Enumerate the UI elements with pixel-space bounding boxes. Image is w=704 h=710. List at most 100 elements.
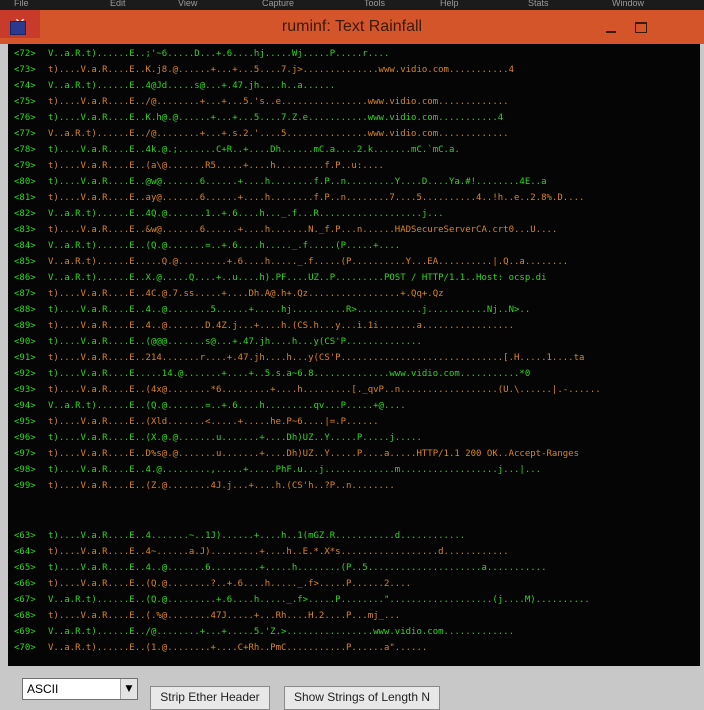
packet-index: <75> [14,97,36,107]
packet-row: <88> t)....V.a.R....E..4..@........5.....… [14,302,530,318]
menubar-fragment: File [14,0,29,8]
packet-row: <80> t)....V.a.R....E..@w@.......6......+… [14,174,547,190]
packet-text: t)....V.a.R....E..(X.@.@.......u.......+… [48,433,422,443]
packet-row: <78> t)....V.a.R....E..4k.@.;.......C+R..… [14,142,460,158]
packet-index: <94> [14,401,36,411]
packet-text: t)....V.a.R....E..@w@.......6......+....… [48,177,547,187]
packet-text: t)....V.a.R....E..(Xld.......<.....+....… [48,417,379,427]
packet-row: <72> V..a.R.t)......E..;'~6.....D...+.6..… [14,46,389,62]
packet-index: <88> [14,305,36,315]
show-strings-button[interactable]: Show Strings of Length N [284,686,440,710]
packet-text: t)....V.a.R....E..K.h@.@......+...+...5.… [48,113,504,123]
packet-text: t)....V.a.R....E..4.......~..1J)......+.… [48,531,466,541]
menubar-fragment: Tools [364,0,386,8]
packet-text: V..a.R.t)......E..4Q.@.......1..+.6....h… [48,209,444,219]
packet-index: <69> [14,627,36,637]
packet-index: <65> [14,563,36,573]
packet-text: V..a.R.t)......E..(Q.@.......=..+.6....h… [48,401,406,411]
packet-text: V..a.R.t)......E../@........+...+.....5.… [48,627,514,637]
packet-row: <95> t)....V.a.R....E..(Xld.......<.....+… [14,414,379,430]
packet-index: <91> [14,353,36,363]
packet-index: <72> [14,49,36,59]
packet-row: <98> t)....V.a.R....E..4.@.........,.....… [14,462,541,478]
packet-row: <63> t)....V.a.R....E..4.......~..1J)....… [14,528,465,544]
packet-index: <70> [14,643,36,653]
packet-text: t)....V.a.R....E..214.......r....+.47.jh… [48,353,585,363]
packet-index: <68> [14,611,36,621]
packet-index: <98> [14,465,36,475]
encoding-select-value: ASCII [27,682,59,696]
title-bar[interactable]: ruminf: Text Rainfall ✕ [0,10,704,44]
packet-text: t)....V.a.R....E..(4x@........*6........… [48,385,601,395]
menubar-fragment: Stats [528,0,549,8]
packet-row: <68> t)....V.a.R....E..(.%@........47J...… [14,608,400,624]
packet-index: <63> [14,531,36,541]
packet-row: <97> t)....V.a.R....E..D%s@.@.......u....… [14,446,579,462]
packet-index: <95> [14,417,36,427]
packet-row: <85> V..a.R.t)......E.....Q.@.........+.6… [14,254,568,270]
packet-text: V..a.R.t)......E..4@Jd.....s@...+.47.jh.… [48,81,336,91]
packet-text: t)....V.a.R....E..4..@.......D.4Z.j...+.… [48,321,514,331]
packet-text: t)....V.a.R....E..4..@.......6.........+… [48,563,547,573]
packet-row: <90> t)....V.a.R....E..(@@@.......s@...+.… [14,334,422,350]
packet-row: <66> t)....V.a.R....E..(Q.@........?..+.6… [14,576,411,592]
packet-row: <91> t)....V.a.R....E..214.......r....+.4… [14,350,584,366]
packet-row: <82> V..a.R.t)......E..4Q.@.......1..+.6.… [14,206,444,222]
packet-row: <83> t)....V.a.R....E..&w@.......6......+… [14,222,557,238]
packet-row: <64> t)....V.a.R....E..4~......a.J)......… [14,544,509,560]
packet-index: <97> [14,449,36,459]
text-rainfall-output[interactable]: <72> V..a.R.t)......E..;'~6.....D...+.6..… [8,44,700,666]
maximize-button[interactable] [628,14,654,40]
encoding-select[interactable]: ASCII ▼ [22,678,138,700]
packet-index: <92> [14,369,36,379]
packet-index: <64> [14,547,36,557]
packet-text: t)....V.a.R....E..(@@@.......s@...+.47.j… [48,337,422,347]
packet-index: <66> [14,579,36,589]
packet-index: <90> [14,337,36,347]
menubar-fragment: Edit [110,0,126,8]
packet-text: V..a.R.t)......E..(1.@........+....C+Rh.… [48,643,428,653]
packet-index: <81> [14,193,36,203]
packet-row: <76> t)....V.a.R....E..K.h@.@......+...+.… [14,110,503,126]
menubar-fragment: Window [612,0,645,8]
packet-row: <86> V..a.R.t)......E..X.@.....Q....+..u.… [14,270,547,286]
packet-index: <86> [14,273,36,283]
bottom-toolbar: ASCII ▼ Strip Ether Header Show Strings … [0,666,704,710]
packet-text: t)....V.a.R....E..4~......a.J).........+… [48,547,509,557]
packet-row: <75> t)....V.a.R....E../@........+...+...… [14,94,509,110]
packet-index: <79> [14,161,36,171]
packet-row: <77> V..a.R.t)......E../@........+...+.s.… [14,126,509,142]
packet-text: V..a.R.t)......E..X.@.....Q....+..u....h… [48,273,547,283]
packet-text: t)....V.a.R....E..4.@.........,.....+...… [48,465,542,475]
packet-row: <96> t)....V.a.R....E..(X.@.@.......u....… [14,430,422,446]
packet-text: t)....V.a.R....E..(Z.@........4J.j...+..… [48,481,395,491]
packet-index: <85> [14,257,36,267]
background-menubar-strip: File Edit View Capture Tools Help Stats Window [0,0,704,10]
packet-text: t)....V.a.R....E..(Q.@........?..+.6....… [48,579,412,589]
packet-row: <89> t)....V.a.R....E..4..@.......D.4Z.j.… [14,318,514,334]
packet-index: <83> [14,225,36,235]
packet-index: <99> [14,481,36,491]
packet-row: <92> t)....V.a.R....E.....14.@.......+...… [14,366,530,382]
packet-index: <82> [14,209,36,219]
packet-row: <84> V..a.R.t)......E..(Q.@.......=..+.6.… [14,238,400,254]
dropdown-arrow-icon[interactable]: ▼ [120,679,137,699]
packet-row: <74> V..a.R.t)......E..4@Jd.....s@...+.47… [14,78,335,94]
packet-row: <93> t)....V.a.R....E..(4x@........*6....… [14,382,601,398]
packet-index: <76> [14,113,36,123]
packet-row: <79> t)....V.a.R....E..(a\@.......R5.....… [14,158,384,174]
packet-row: <87> t)....V.a.R....E..4C.@.7.ss.....+...… [14,286,444,302]
packet-row: <73> t)....V.a.R....E..K.j8.@......+...+.… [14,62,514,78]
packet-row: <67> V..a.R.t)......E..(Q.@.........+.6..… [14,592,590,608]
packet-text: V..a.R.t)......E..(Q.@.......=..+.6....h… [48,241,401,251]
minimize-button[interactable] [598,14,624,40]
packet-index: <80> [14,177,36,187]
packet-index: <77> [14,129,36,139]
packet-row: <94> V..a.R.t)......E..(Q.@.......=..+.6.… [14,398,406,414]
packet-row: <65> t)....V.a.R....E..4..@.......6......… [14,560,547,576]
packet-text: t)....V.a.R....E..ay@.......6......+....… [48,193,585,203]
strip-ether-header-button[interactable]: Strip Ether Header [150,686,270,710]
packet-text: t)....V.a.R....E..4..@........5......+..… [48,305,531,315]
packet-index: <93> [14,385,36,395]
packet-text: t)....V.a.R....E..(.%@........47J.....+.… [48,611,401,621]
